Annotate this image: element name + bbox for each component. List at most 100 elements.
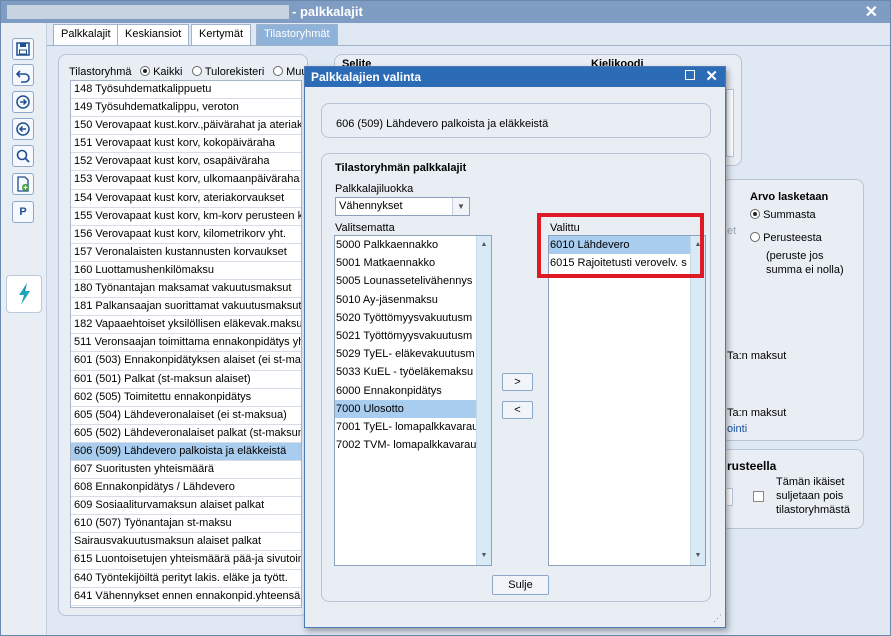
list-item[interactable]: 148 Työsuhdematkalippuetu: [71, 81, 301, 100]
search-button[interactable]: [12, 145, 34, 167]
list-item[interactable]: 602 (505) Toimitettu ennakonpidätys: [71, 389, 301, 407]
selected-list[interactable]: 6010 Lähdevero 6015 Rajoitetusti verovelv…: [548, 235, 706, 566]
kielikoodi-list-fragment[interactable]: [726, 89, 734, 157]
list-item[interactable]: 155 Verovapaat kust korv, km-korv perust…: [71, 208, 301, 226]
radio-tulorekisteri[interactable]: Tulorekisteri: [192, 66, 264, 78]
add-document-button[interactable]: [12, 173, 34, 195]
list-item[interactable]: 5029 TyEL- eläkevakuutusm: [335, 345, 476, 363]
scroll-up-icon[interactable]: ▲: [477, 238, 491, 252]
list-item[interactable]: 160 Luottamushenkilömaksu: [71, 262, 301, 281]
list-item[interactable]: 609 Sosiaaliturvamaksun alaiset palkat: [71, 497, 301, 516]
radio-muu[interactable]: Muu: [273, 66, 307, 78]
list-item[interactable]: 605 (504) Lähdeveronalaiset (ei st-maksu…: [71, 407, 301, 425]
list-item[interactable]: 601 (501) Palkat (st-maksun alaiset): [71, 371, 301, 389]
tab-tilastoryhmat[interactable]: Tilastoryhmät: [256, 24, 338, 45]
back-button[interactable]: [12, 118, 34, 140]
category-label: Palkkalajiluokka: [335, 183, 414, 195]
list-item[interactable]: 610 (507) Työnantajan st-maksu: [71, 515, 301, 534]
list-item[interactable]: 6000 Ennakonpidätys: [335, 382, 476, 400]
remove-button[interactable]: <: [502, 401, 533, 419]
add-button[interactable]: >: [502, 373, 533, 391]
list-item[interactable]: 153 Verovapaat kust korv, ulkomaanpäivär…: [71, 171, 301, 190]
list-item[interactable]: 7002 TVM- lomapalkkavarau: [335, 436, 476, 454]
dialog-close-icon[interactable]: ✕: [705, 67, 718, 85]
list-item[interactable]: Sairausvakuutusmaksun alaiset palkat: [71, 533, 301, 552]
group-title: Tilastoryhmän palkkalajit: [335, 162, 467, 174]
app-logo-button[interactable]: [6, 275, 42, 313]
tab-kertymat[interactable]: Kertymät: [191, 24, 252, 45]
list-item[interactable]: 151 Verovapaat kust korv, kokopäiväraha: [71, 135, 301, 154]
perusteella-label: rusteella: [727, 459, 777, 473]
list-item[interactable]: 181 Palkansaajan suorittamat vakuutusmak…: [71, 298, 301, 317]
list-item[interactable]: 180 Työnantajan maksamat vakuutusmaksut: [71, 280, 301, 299]
list-item[interactable]: 5005 Lounassetelivähennys: [335, 272, 476, 290]
list-item[interactable]: 7000 Ulosotto: [335, 399, 476, 418]
dialog-title: Palkkalajien valinta: [311, 70, 422, 84]
arvo-lasketaan-label: Arvo lasketaan: [750, 191, 829, 203]
radio-summasta[interactable]: Summasta: [750, 209, 816, 221]
tan-maksut-label-1: Ta:n maksut: [727, 350, 787, 362]
undo-button[interactable]: [12, 64, 34, 86]
app-logo-icon: [19, 283, 30, 305]
close-button[interactable]: Sulje: [492, 575, 549, 595]
radio-muu-dot[interactable]: [273, 66, 283, 76]
list-item[interactable]: 601 (503) Ennakonpidätyksen alaiset (ei …: [71, 352, 301, 371]
resize-grip-icon[interactable]: ⋰: [713, 613, 722, 624]
tab-palkkalajit[interactable]: Palkkalajit: [53, 24, 119, 45]
selected-group-info: 606 (509) Lähdevero palkoista ja eläkkei…: [321, 103, 711, 138]
peruste-note-1: (peruste jos: [766, 250, 824, 262]
radio-summasta-dot[interactable]: [750, 209, 760, 219]
list-item[interactable]: 7001 TyEL- lomapalkkavarau: [335, 418, 476, 436]
list-item[interactable]: 640 Työntekijöiltä perityt lakis. eläke …: [71, 570, 301, 588]
list-item[interactable]: 5033 KuEL - työeläkemaksu: [335, 363, 476, 381]
scroll-down-icon[interactable]: ▼: [477, 549, 491, 563]
list-item[interactable]: 608 Ennakonpidätys / Lähdevero: [71, 479, 301, 498]
unselected-scrollbar[interactable]: ▲ ▼: [476, 236, 491, 565]
category-select[interactable]: Vähennykset ▼: [335, 197, 470, 216]
unselected-list[interactable]: 5000 Palkkaennakko 5001 Matkaennakko 5005 …: [334, 235, 492, 566]
radio-kaikki[interactable]: Kaikki: [140, 66, 182, 78]
age-input-fragment[interactable]: [727, 488, 733, 506]
maximize-icon[interactable]: [685, 70, 695, 80]
radio-perusteesta-dot[interactable]: [750, 232, 760, 242]
list-item[interactable]: 152 Verovapaat kust korv, osapäiväraha: [71, 153, 301, 172]
statistics-group-list[interactable]: 148 Työsuhdematkalippuetu 149 Työsuhdemat…: [70, 80, 302, 608]
list-item[interactable]: 150 Verovapaat kust.korv.,päivärahat ja …: [71, 117, 301, 136]
tab-keskiansiot[interactable]: Keskiansiot: [117, 24, 190, 45]
list-item[interactable]: 149 Työsuhdematkalippu, veroton: [71, 99, 301, 118]
list-item[interactable]: 607 Suoritusten yhteismäärä: [71, 461, 301, 480]
statistics-group-label: Tilastoryhmä: [69, 66, 132, 78]
scroll-down-icon[interactable]: ▼: [691, 549, 705, 563]
list-item[interactable]: 615 Luontoisetujen yhteismäärä pää-ja si…: [71, 551, 301, 570]
list-item[interactable]: 606 (509) Lähdevero palkoista ja eläkkei…: [71, 442, 301, 461]
list-item[interactable]: 605 (502) Lähdeveronalaiset palkat (st-m…: [71, 425, 301, 443]
radio-kaikki-dot[interactable]: [140, 66, 150, 76]
save-button[interactable]: [12, 38, 34, 60]
p-button[interactable]: P: [12, 201, 34, 223]
link-fragment[interactable]: ointi: [727, 423, 747, 435]
list-item[interactable]: 156 Verovapaat kust korv, kilometrikorv …: [71, 226, 301, 244]
list-item[interactable]: 511 Veronsaajan toimittama ennakonpidäty…: [71, 334, 301, 353]
radio-perusteesta[interactable]: Perusteesta: [750, 232, 822, 244]
list-item[interactable]: 5001 Matkaennakko: [335, 254, 476, 272]
list-item[interactable]: 157 Veronalaisten kustannusten korvaukse…: [71, 244, 301, 262]
list-item[interactable]: 154 Verovapaat kust korv, ateriakorvauks…: [71, 190, 301, 208]
list-item[interactable]: 5021 Työttömyysvakuutusm: [335, 327, 476, 345]
ikaiset-line-3: tilastoryhmästä: [776, 504, 850, 516]
forward-button[interactable]: [12, 91, 34, 113]
exclude-age-checkbox[interactable]: [753, 491, 764, 502]
list-item[interactable]: 5000 Palkkaennakko: [335, 236, 476, 254]
perusteesta-label: Perusteesta: [763, 232, 822, 244]
list-item[interactable]: 182 Vapaaehtoiset yksilöllisen eläkevak.…: [71, 316, 301, 335]
list-item[interactable]: 641 Vähennykset ennen ennakonpid.yhteens…: [71, 588, 301, 606]
main-window: - palkkalajit ✕ P Palkkalajit Keskiansio…: [0, 0, 891, 636]
radio-tulorekisteri-dot[interactable]: [192, 66, 202, 76]
window-close-icon[interactable]: ✕: [865, 2, 878, 22]
list-item[interactable]: 5010 Ay-jäsenmaksu: [335, 291, 476, 309]
radio-tulorekisteri-label: Tulorekisteri: [204, 66, 265, 78]
chevron-down-icon[interactable]: ▼: [452, 198, 469, 215]
list-item[interactable]: 5020 Työttömyysvakuutusm: [335, 309, 476, 327]
selected-scrollbar[interactable]: ▲ ▼: [690, 236, 705, 565]
summasta-label: Summasta: [763, 209, 816, 221]
ikaiset-line-1: Tämän ikäiset: [776, 476, 845, 488]
